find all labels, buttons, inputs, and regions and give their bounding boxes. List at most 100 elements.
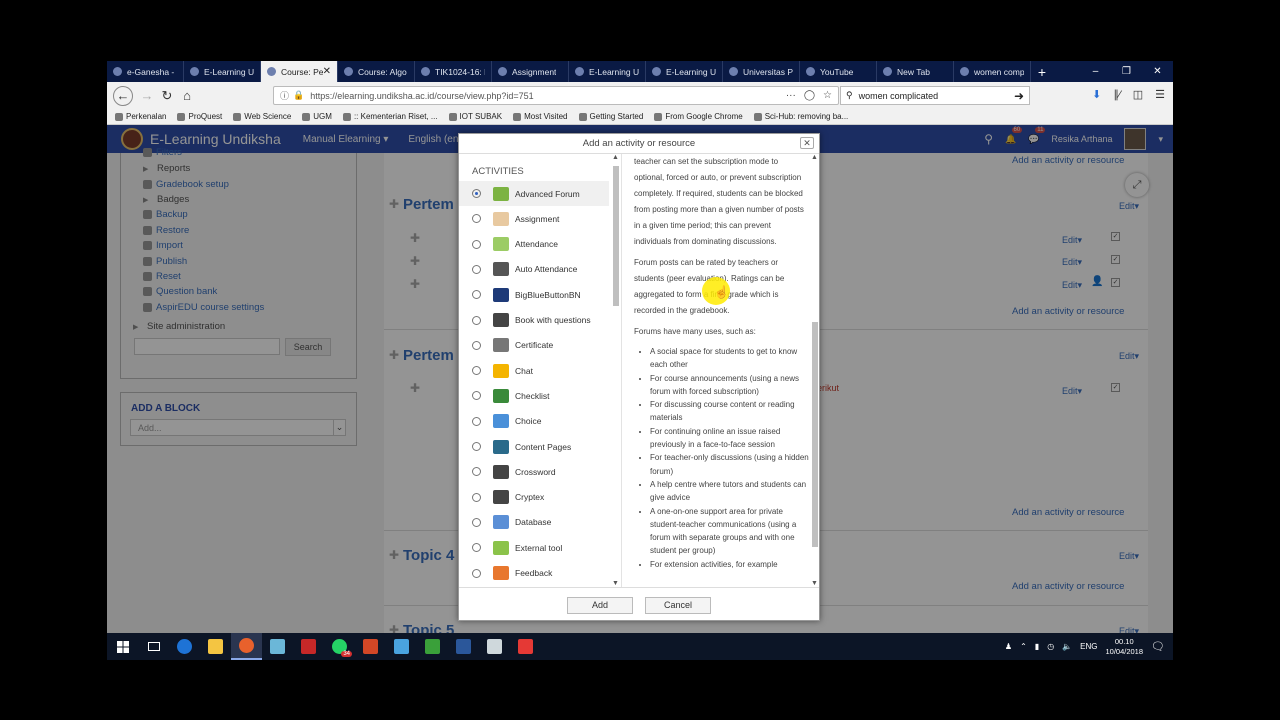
cancel-button[interactable]: Cancel	[645, 597, 711, 614]
camtasia-icon[interactable]	[417, 633, 448, 660]
activity-option[interactable]: Choice	[459, 409, 609, 434]
close-icon[interactable]: ✕	[800, 137, 814, 149]
activity-radio[interactable]	[472, 467, 481, 477]
library-icon[interactable]: ∥⁄	[1113, 88, 1120, 101]
search-go-icon[interactable]: ➜	[1014, 89, 1024, 103]
bookmark-item[interactable]: From Google Chrome	[654, 112, 743, 121]
bookmark-item[interactable]: Most Visited	[513, 112, 568, 121]
activity-option[interactable]: Advanced Forum	[459, 181, 609, 206]
scroll-thumb[interactable]	[613, 166, 619, 306]
activity-option[interactable]: Checklist	[459, 383, 609, 408]
network-icon[interactable]: ◷	[1047, 642, 1054, 651]
bookmark-item[interactable]: :: Kementerian Riset, ...	[342, 112, 438, 121]
firefox-icon[interactable]	[231, 633, 262, 660]
file-explorer-icon[interactable]	[200, 633, 231, 660]
new-tab-button[interactable]: +	[1031, 61, 1053, 82]
browser-tab[interactable]: Course: Algo	[338, 61, 415, 82]
task-view-icon[interactable]	[138, 633, 169, 660]
minimize-icon[interactable]: –	[1080, 61, 1111, 82]
reload-button[interactable]: ↻	[157, 86, 177, 106]
info-icon[interactable]: ⓘ	[280, 89, 289, 102]
add-button[interactable]: Add	[567, 597, 633, 614]
activity-option[interactable]: Assignment	[459, 206, 609, 231]
menu-icon[interactable]: ☰	[1155, 88, 1165, 101]
whatsapp-icon[interactable]: 34	[324, 633, 355, 660]
app-icon[interactable]	[510, 633, 541, 660]
activity-option[interactable]: Book with questions	[459, 308, 609, 333]
app-icon[interactable]	[262, 633, 293, 660]
browser-tab[interactable]: YouTube	[800, 61, 877, 82]
activity-option[interactable]: Attendance	[459, 232, 609, 257]
search-bar[interactable]: ⚲ women complicated ➜	[840, 86, 1030, 105]
activity-option[interactable]: Content Pages	[459, 434, 609, 459]
bookmark-star-icon[interactable]: ☆	[823, 90, 832, 101]
notification-center-icon[interactable]: 🗨	[1151, 640, 1165, 653]
scroll-down-icon[interactable]: ▼	[811, 580, 818, 587]
sidebar-icon[interactable]: ◫	[1133, 88, 1143, 101]
activity-option[interactable]: Auto Attendance	[459, 257, 609, 282]
browser-tab[interactable]: Universitas Pe	[723, 61, 800, 82]
bookmark-item[interactable]: Web Science	[233, 112, 291, 121]
activity-radio[interactable]	[472, 366, 481, 376]
browser-tab[interactable]: Course: Pe ✕	[261, 61, 338, 82]
bookmark-item[interactable]: Perkenalan	[115, 112, 166, 121]
browser-tab[interactable]: E-Learning U	[646, 61, 723, 82]
activity-radio[interactable]	[472, 239, 481, 249]
url-bar[interactable]: ⓘ 🔒 https://elearning.undiksha.ac.id/cou…	[273, 86, 839, 105]
bookmark-item[interactable]: IOT SUBAK	[448, 112, 502, 121]
activity-radio[interactable]	[472, 315, 481, 325]
activity-radio[interactable]	[472, 442, 481, 451]
activity-radio[interactable]	[472, 543, 481, 553]
activity-radio[interactable]	[472, 290, 481, 300]
activity-radio[interactable]	[472, 568, 481, 578]
browser-tab[interactable]: women comp	[954, 61, 1031, 82]
activity-radio[interactable]	[472, 517, 481, 527]
activity-radio[interactable]	[472, 416, 481, 426]
scroll-up-icon[interactable]: ▲	[612, 154, 619, 161]
activity-radio[interactable]	[472, 492, 481, 502]
battery-icon[interactable]: ▮	[1035, 642, 1039, 651]
browser-tab[interactable]: TIK1024-16: K	[415, 61, 492, 82]
description-scrollbar[interactable]: ▲ ▼	[810, 154, 820, 587]
app-icon[interactable]	[479, 633, 510, 660]
activity-radio[interactable]	[472, 264, 481, 274]
volume-icon[interactable]: 🔈	[1062, 642, 1072, 651]
clock[interactable]: 00.10 10/04/2018	[1105, 637, 1143, 657]
bookmark-item[interactable]: UGM	[302, 112, 332, 121]
activity-radio[interactable]	[472, 391, 481, 401]
activity-radio[interactable]	[472, 189, 481, 198]
activity-option[interactable]: BigBlueButtonBN	[459, 282, 609, 307]
app-icon[interactable]	[386, 633, 417, 660]
activity-option[interactable]: Crossword	[459, 459, 609, 484]
close-window-icon[interactable]: ✕	[1142, 61, 1173, 82]
forward-button[interactable]: →	[137, 86, 157, 106]
home-icon[interactable]: ⌂	[177, 86, 197, 106]
restore-icon[interactable]: ❐	[1111, 61, 1142, 82]
close-tab-icon[interactable]: ✕	[323, 66, 331, 77]
word-icon[interactable]	[448, 633, 479, 660]
browser-tab[interactable]: E-Learning U	[184, 61, 261, 82]
browser-tab[interactable]: Assignment	[492, 61, 569, 82]
browser-tab[interactable]: E-Learning U	[569, 61, 646, 82]
browser-tab[interactable]: e-Ganesha - I	[107, 61, 184, 82]
scroll-down-icon[interactable]: ▼	[612, 580, 619, 587]
scroll-thumb[interactable]	[812, 322, 818, 547]
bookmark-item[interactable]: Getting Started	[578, 112, 643, 121]
person-icon[interactable]: ♟	[1005, 642, 1012, 651]
back-button[interactable]: ←	[113, 85, 133, 106]
page-actions-icon[interactable]: ···	[786, 90, 796, 101]
list-scrollbar[interactable]: ▲ ▼	[611, 154, 621, 587]
activity-option[interactable]: Certificate	[459, 333, 609, 358]
edge-icon[interactable]	[169, 633, 200, 660]
download-icon[interactable]: ⬇	[1092, 88, 1101, 101]
activity-option[interactable]: External tool	[459, 535, 609, 560]
scroll-up-icon[interactable]: ▲	[811, 154, 818, 161]
browser-tab[interactable]: New Tab	[877, 61, 954, 82]
activity-option[interactable]: Chat	[459, 358, 609, 383]
acrobat-icon[interactable]	[293, 633, 324, 660]
activity-option[interactable]: Feedback	[459, 561, 609, 586]
windows-start-icon[interactable]	[107, 633, 138, 660]
bookmark-item[interactable]: ProQuest	[177, 112, 222, 121]
activity-radio[interactable]	[472, 340, 481, 350]
activity-option[interactable]: Cryptex	[459, 485, 609, 510]
